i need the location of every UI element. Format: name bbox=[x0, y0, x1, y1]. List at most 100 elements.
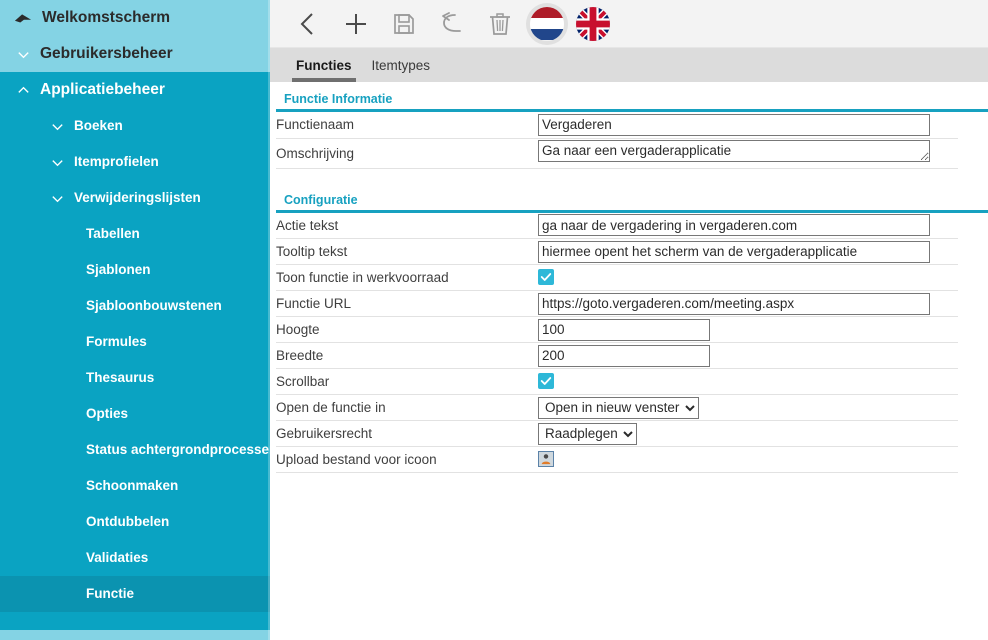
form-row: Open de functie in Open in nieuw venster bbox=[276, 394, 958, 421]
gebruikersrecht-select[interactable]: Raadplegen bbox=[538, 422, 637, 445]
chevron-down-icon-wrap[interactable] bbox=[12, 36, 34, 72]
sidebar-item-label: Sjablonen bbox=[86, 262, 151, 277]
functienaam-input[interactable] bbox=[538, 113, 930, 136]
sidebar-item-tabellen[interactable]: Tabellen bbox=[0, 216, 270, 252]
field-value-cell: Raadplegen bbox=[538, 420, 958, 447]
sidebar-item-label: Applicatiebeheer bbox=[40, 81, 165, 98]
functie-url-input[interactable] bbox=[538, 292, 930, 315]
sidebar-item-schoonmaken[interactable]: Schoonmaken bbox=[0, 468, 270, 504]
sidebar-item-label: Opties bbox=[86, 406, 129, 421]
field-value-cell bbox=[538, 342, 958, 369]
sidebar-item-ontdubbelen[interactable]: Ontdubbelen bbox=[0, 504, 270, 540]
chevron-down-icon bbox=[17, 51, 29, 58]
form-table: Actie tekstTooltip tekstToon functie in … bbox=[276, 212, 958, 473]
sidebar-item-applicatiebeheer[interactable]: Applicatiebeheer bbox=[0, 72, 270, 108]
flag-nl-icon bbox=[530, 6, 564, 41]
actie-tekst-input[interactable] bbox=[538, 214, 930, 237]
field-value-cell bbox=[538, 138, 958, 169]
sidebar-item-label: Itemprofielen bbox=[74, 154, 159, 169]
sidebar-item-status-achtergrondprocessen[interactable]: Status achtergrondprocessen bbox=[0, 432, 270, 468]
toon-functie-in-werkvoorraad-checkbox[interactable] bbox=[538, 269, 554, 286]
field-value-cell bbox=[538, 264, 958, 291]
save-button[interactable] bbox=[380, 2, 428, 46]
sidebar-item-label: Thesaurus bbox=[86, 370, 155, 385]
field-label: Tooltip tekst bbox=[276, 238, 538, 265]
sidebar-bottom-bar bbox=[0, 630, 270, 640]
sidebar-item-itemprofielen[interactable]: Itemprofielen bbox=[0, 144, 270, 180]
form-row: Toon functie in werkvoorraad bbox=[276, 264, 958, 291]
field-label: Breedte bbox=[276, 342, 538, 369]
sidebar-item-sjablonen[interactable]: Sjablonen bbox=[0, 252, 270, 288]
chevron-down-icon-wrap[interactable] bbox=[46, 180, 68, 216]
field-value-cell bbox=[538, 368, 958, 395]
trash-icon bbox=[490, 12, 510, 35]
chevron-down-icon-wrap[interactable] bbox=[46, 144, 68, 180]
field-label: Upload bestand voor icoon bbox=[276, 446, 538, 473]
form-sections: Functie Informatie FunctienaamOmschrijvin… bbox=[270, 82, 988, 473]
plus-icon bbox=[346, 13, 366, 34]
field-label: Actie tekst bbox=[276, 212, 538, 239]
delete-button[interactable] bbox=[476, 2, 524, 46]
language-nl-button[interactable] bbox=[524, 2, 570, 46]
field-label: Toon functie in werkvoorraad bbox=[276, 264, 538, 291]
sidebar-item-gebruikersbeheer[interactable]: Gebruikersbeheer bbox=[0, 36, 270, 72]
chevron-down-icon bbox=[51, 159, 63, 166]
sidebar-item-opties[interactable]: Opties bbox=[0, 396, 270, 432]
sidebar-item-sjabloonbouwstenen[interactable]: Sjabloonbouwstenen bbox=[0, 288, 270, 324]
chevron-down-icon-wrap[interactable] bbox=[46, 108, 68, 144]
sidebar-item-label: Sjabloonbouwstenen bbox=[86, 298, 222, 313]
sidebar-item-functie[interactable]: Functie bbox=[0, 576, 270, 612]
chevron-down-icon bbox=[51, 123, 63, 130]
chevron-up-icon-wrap[interactable] bbox=[12, 72, 34, 108]
field-label: Hoogte bbox=[276, 316, 538, 343]
flag-gb-icon bbox=[576, 6, 610, 41]
sidebar-item-formules[interactable]: Formules bbox=[0, 324, 270, 360]
field-value-cell bbox=[538, 290, 958, 317]
chevron-up-icon bbox=[17, 86, 29, 93]
tab-itemtypes[interactable]: Itemtypes bbox=[362, 52, 441, 82]
hoogte-input[interactable] bbox=[538, 318, 710, 341]
scrollbar-checkbox[interactable] bbox=[538, 373, 554, 390]
sidebar-item-boeken[interactable]: Boeken bbox=[0, 108, 270, 144]
sidebar-item-label: Welkomstscherm bbox=[42, 9, 171, 26]
sidebar-item-label: Gebruikersbeheer bbox=[40, 45, 173, 62]
sidebar-item-label: Ontdubbelen bbox=[86, 514, 170, 529]
sidebar-item-thesaurus[interactable]: Thesaurus bbox=[0, 360, 270, 396]
tooltip-tekst-input[interactable] bbox=[538, 240, 930, 263]
breedte-input[interactable] bbox=[538, 344, 710, 367]
check-icon bbox=[540, 377, 552, 386]
new-button[interactable] bbox=[332, 2, 380, 46]
field-value-cell bbox=[538, 238, 958, 265]
undo-button[interactable] bbox=[428, 2, 476, 46]
form-row: Scrollbar bbox=[276, 368, 958, 395]
tab-functies[interactable]: Functies bbox=[286, 52, 362, 82]
sidebar-item-welkomstscherm[interactable]: Welkomstscherm bbox=[0, 0, 270, 36]
form-row: Gebruikersrecht Raadplegen bbox=[276, 420, 958, 447]
form-row: Actie tekst bbox=[276, 212, 958, 239]
form-row: Functienaam bbox=[276, 112, 958, 139]
open-de-functie-in-select[interactable]: Open in nieuw venster bbox=[538, 396, 699, 419]
field-value-cell bbox=[538, 316, 958, 343]
back-button[interactable] bbox=[284, 2, 332, 46]
main-area: Functies Itemtypes Functie Informatie Fun… bbox=[270, 0, 988, 640]
form-row: Tooltip tekst bbox=[276, 238, 958, 265]
tab-bar: Functies Itemtypes bbox=[270, 48, 988, 82]
section-title: Functie Informatie bbox=[284, 92, 393, 106]
form-row: Upload bestand voor icoon bbox=[276, 446, 958, 473]
omschrijving-textarea[interactable] bbox=[538, 139, 930, 162]
form-row: Functie URL bbox=[276, 290, 958, 317]
sidebar-item-label: Formules bbox=[86, 334, 147, 349]
sidebar-nav-list: Welkomstscherm Gebruikersbeheer Applicatie… bbox=[0, 0, 270, 612]
sidebar-item-verwijderingslijsten[interactable]: Verwijderingslijsten bbox=[0, 180, 270, 216]
language-gb-button[interactable] bbox=[570, 2, 616, 46]
undo-icon bbox=[442, 11, 461, 32]
sidebar-item-validaties[interactable]: Validaties bbox=[0, 540, 270, 576]
form-table: FunctienaamOmschrijving bbox=[276, 112, 958, 169]
upload-icon[interactable] bbox=[538, 451, 554, 468]
form-row: Hoogte bbox=[276, 316, 958, 343]
form-row: Breedte bbox=[276, 342, 958, 369]
form-content: Functie Informatie FunctienaamOmschrijvin… bbox=[270, 82, 988, 640]
field-value-cell bbox=[538, 212, 958, 239]
home-icon-wrap bbox=[12, 0, 34, 36]
field-value-cell bbox=[538, 112, 958, 139]
